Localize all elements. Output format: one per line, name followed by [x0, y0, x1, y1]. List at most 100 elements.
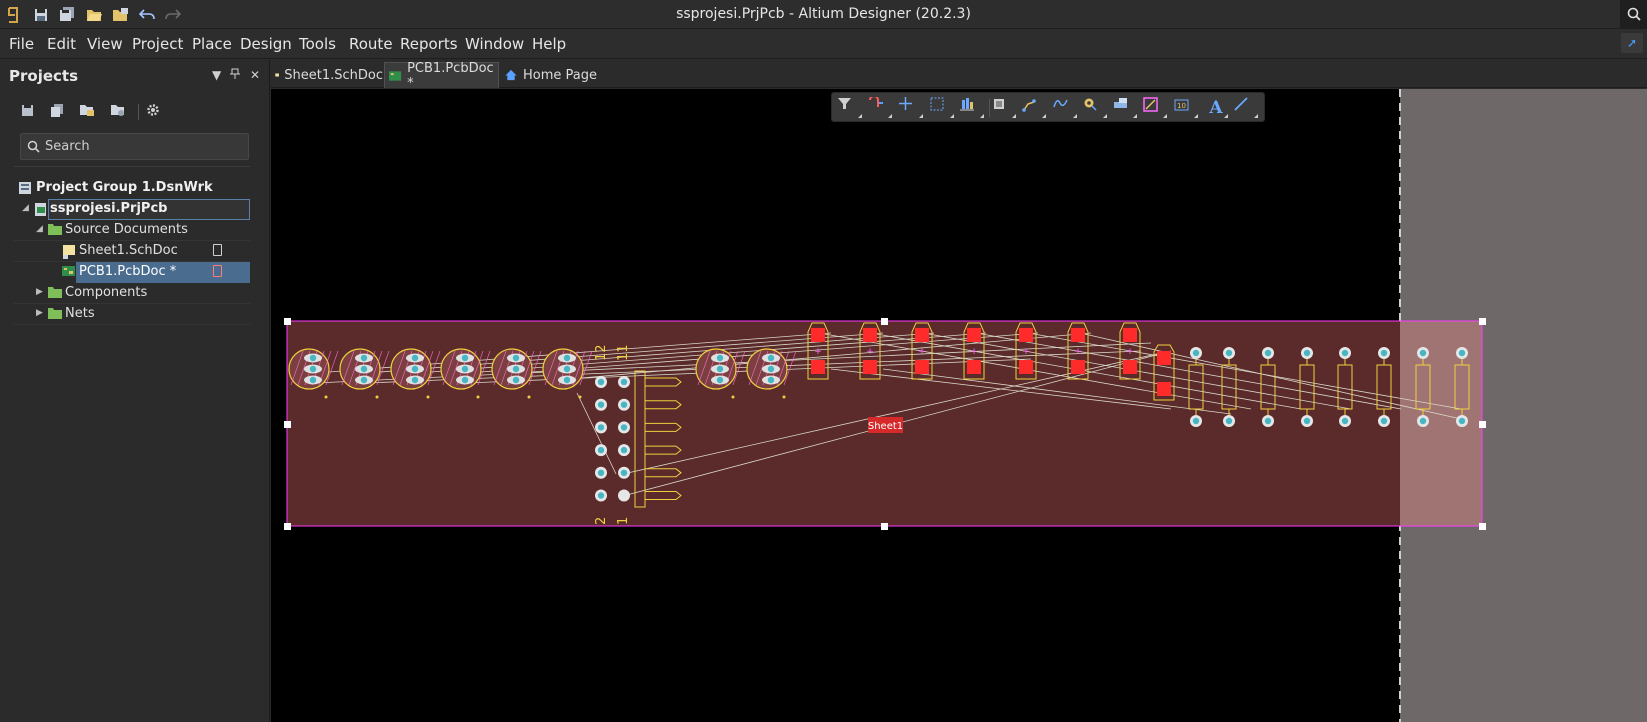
schematic-doc-icon	[62, 244, 76, 259]
menu-file[interactable]: File	[9, 35, 34, 53]
menu-edit[interactable]: Edit	[47, 35, 76, 53]
pin-icon[interactable]	[230, 68, 240, 83]
selection-handle[interactable]	[881, 523, 888, 530]
project-options-icon[interactable]	[77, 100, 97, 120]
diff-pair-icon[interactable]	[1053, 97, 1077, 119]
pad-hole	[1225, 417, 1233, 425]
snap-icon[interactable]	[868, 97, 892, 119]
pad-hole	[767, 354, 775, 362]
string-icon[interactable]: A	[1204, 97, 1228, 119]
pin1-dot	[731, 395, 735, 399]
expand-caret-icon[interactable]: ▶	[36, 287, 43, 297]
menu-tools[interactable]: Tools	[299, 35, 336, 53]
collapse-caret-icon[interactable]: ◢	[22, 203, 29, 213]
menu-project[interactable]: Project	[132, 35, 183, 53]
dimension-icon[interactable]: 10	[1174, 97, 1198, 119]
pcb-doc-icon	[389, 70, 402, 81]
selection-handle[interactable]	[1479, 523, 1486, 530]
expand-caret-icon[interactable]: ▶	[36, 308, 43, 318]
pad-hole	[716, 354, 724, 362]
menu-route[interactable]: Route	[349, 35, 393, 53]
pad-hole	[309, 354, 317, 362]
pad-hole	[716, 376, 724, 384]
gear-icon[interactable]	[143, 100, 163, 120]
menu-help[interactable]: Help	[532, 35, 566, 53]
pad-hole	[461, 376, 469, 384]
pcb-workspace[interactable]: + + + + + + + Sheet1 12 11 2 1 10 A	[271, 89, 1647, 722]
smd-pad	[915, 328, 929, 342]
smd-pad	[1123, 360, 1137, 374]
pad-hole	[512, 354, 520, 362]
pad-hole	[1380, 349, 1388, 357]
pad-hole	[1264, 417, 1272, 425]
component-icon[interactable]	[992, 97, 1016, 119]
select-rect-icon[interactable]	[930, 97, 954, 119]
pad-hole	[716, 365, 724, 373]
tree-nets[interactable]: ▶ Nets	[14, 304, 250, 325]
filter-icon[interactable]	[838, 97, 862, 119]
selection-handle[interactable]	[284, 421, 291, 428]
save-project-icon[interactable]	[17, 100, 37, 120]
compile-icon[interactable]	[47, 100, 67, 120]
tab-home-page[interactable]: Home Page	[500, 62, 600, 88]
smd-pad	[1157, 351, 1171, 365]
share-icon[interactable]: ➚	[1621, 33, 1643, 53]
pad-hole	[360, 354, 368, 362]
pad-hole	[1458, 417, 1466, 425]
menu-place[interactable]: Place	[192, 35, 232, 53]
folder-icon	[48, 286, 62, 300]
pad-hole	[597, 378, 605, 386]
tree-source-documents[interactable]: ◢ Source Documents	[14, 220, 250, 241]
svg-text:10: 10	[1177, 102, 1186, 110]
window-title: ssprojesi.PrjPcb - Altium Designer (20.2…	[676, 6, 971, 22]
schematic-doc-icon	[275, 73, 279, 77]
cross-probe-icon[interactable]	[899, 97, 923, 119]
tree-sch-doc[interactable]: Sheet1.SchDoc	[14, 241, 250, 262]
tree-project-group[interactable]: Project Group 1.DsnWrk	[14, 178, 250, 199]
selection-handle[interactable]	[1479, 421, 1486, 428]
polarity-mark: +	[866, 347, 874, 357]
tab-pcb1-pcbdoc[interactable]: PCB1.PcbDoc *	[384, 61, 499, 91]
menu-reports[interactable]: Reports	[400, 35, 458, 53]
search-icon	[27, 140, 40, 157]
close-panel-icon[interactable]: ✕	[250, 68, 260, 82]
pad-hole	[620, 424, 628, 431]
global-search-icon[interactable]	[1620, 0, 1647, 28]
search-input[interactable]	[45, 137, 245, 156]
pad-hole	[597, 446, 605, 454]
menu-view[interactable]: View	[87, 35, 123, 53]
pcb-canvas[interactable]: + + + + + + + Sheet1 12 11 2 1	[271, 89, 1647, 722]
line-icon[interactable]	[1234, 97, 1258, 119]
pin1-dot	[782, 395, 786, 399]
smd-pad	[863, 328, 877, 342]
selection-handle[interactable]	[881, 318, 888, 325]
selection-handle[interactable]	[284, 523, 291, 530]
route-icon[interactable]	[1022, 97, 1046, 119]
menu-design[interactable]: Design	[240, 35, 292, 53]
pad-hole	[1192, 417, 1200, 425]
title-bar: ssprojesi.PrjPcb - Altium Designer (20.2…	[0, 0, 1647, 29]
panel-menu-icon[interactable]: ▼	[212, 68, 221, 82]
selection-handle[interactable]	[284, 318, 291, 325]
keepout-icon[interactable]	[1143, 97, 1167, 119]
folder-icon	[48, 223, 62, 237]
align-icon[interactable]	[960, 97, 984, 119]
panel-title: Projects	[9, 67, 79, 85]
via-icon[interactable]	[1083, 97, 1107, 119]
tree-project[interactable]: ◢ ssprojesi.PrjPcb	[14, 199, 250, 220]
header-pin-label: 1	[616, 517, 631, 525]
project-folder-icon[interactable]	[108, 100, 128, 120]
collapse-caret-icon[interactable]: ◢	[36, 224, 43, 234]
menu-window[interactable]: Window	[465, 35, 524, 53]
pad-hole	[1419, 349, 1427, 357]
tree-pcb-doc[interactable]: PCB1.PcbDoc *	[14, 262, 250, 283]
workspace-icon	[18, 181, 32, 195]
tab-sheet1-schdoc[interactable]: Sheet1.SchDoc	[271, 62, 383, 88]
file-status-icon	[213, 244, 222, 256]
polarity-mark: +	[1126, 347, 1134, 357]
selection-handle[interactable]	[1479, 318, 1486, 325]
polygon-icon[interactable]	[1113, 97, 1137, 119]
tree-components[interactable]: ▶ Components	[14, 283, 250, 304]
smd-pad	[1123, 328, 1137, 342]
smd-pad	[1071, 328, 1085, 342]
